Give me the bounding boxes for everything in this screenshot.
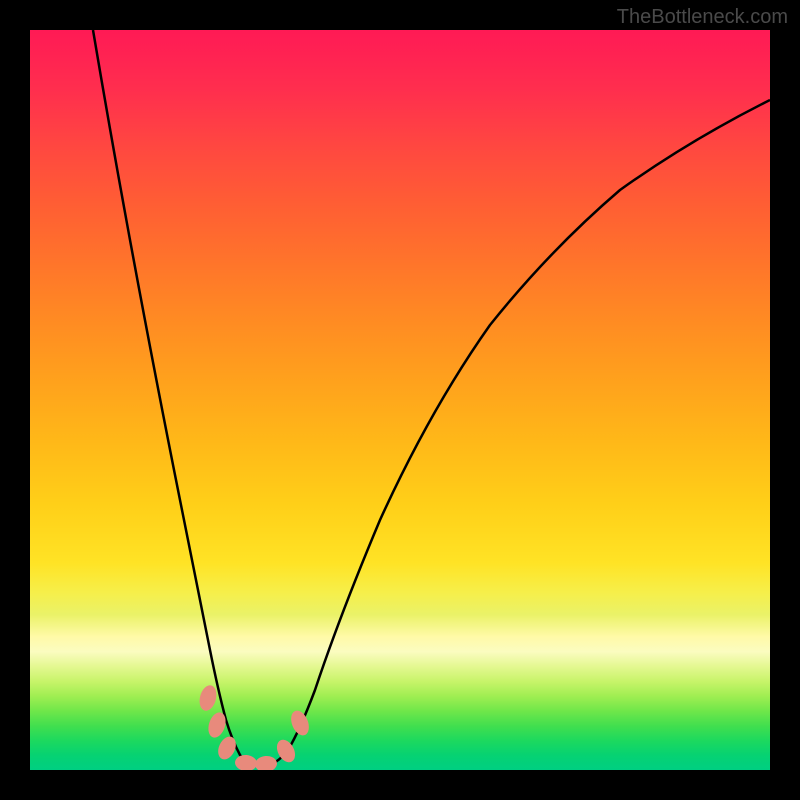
curve-bead [254,755,277,770]
curve-bead [197,683,219,712]
curve-bead [288,708,313,738]
curve-bead [234,754,257,770]
watermark-text: TheBottleneck.com [617,6,788,29]
bottleneck-curve [93,30,770,765]
chart-plot-area [30,30,770,770]
chart-svg [30,30,770,770]
